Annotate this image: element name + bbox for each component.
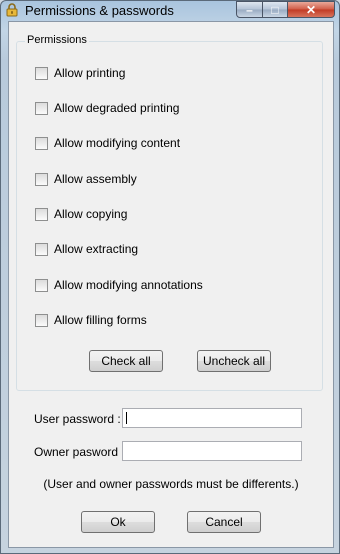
- checkbox-allow-printing[interactable]: Allow printing: [35, 65, 125, 81]
- checkbox-label: Allow assembly: [54, 172, 137, 186]
- checkbox-allow-modifying-content[interactable]: Allow modifying content: [35, 135, 180, 151]
- user-password-input[interactable]: [122, 408, 302, 428]
- checkbox-box[interactable]: [35, 242, 48, 256]
- checkbox-box[interactable]: [35, 101, 48, 115]
- checkbox-label: Allow degraded printing: [54, 101, 180, 115]
- checkbox-label: Allow modifying annotations: [54, 278, 203, 292]
- owner-password-label: Owner pasword :: [34, 445, 125, 459]
- checkbox-allow-modifying-annotations[interactable]: Allow modifying annotations: [35, 277, 203, 293]
- lock-icon: [5, 3, 19, 17]
- minimize-button[interactable]: –: [236, 1, 263, 18]
- checkbox-allow-extracting[interactable]: Allow extracting: [35, 241, 138, 257]
- uncheck-all-button[interactable]: Uncheck all: [197, 350, 271, 372]
- dialog-window: Permissions & passwords – □ ✕ Permission…: [0, 0, 340, 554]
- title-bar[interactable]: Permissions & passwords – □ ✕: [1, 1, 339, 21]
- checkbox-label: Allow printing: [54, 66, 126, 80]
- checkbox-label: Allow copying: [54, 207, 128, 221]
- window-title: Permissions & passwords: [25, 3, 174, 18]
- close-icon: ✕: [305, 2, 317, 17]
- permissions-group-label: Permissions: [25, 34, 89, 46]
- user-password-label: User password :: [34, 412, 121, 426]
- checkbox-allow-filling-forms[interactable]: Allow filling forms: [35, 312, 147, 328]
- checkbox-box[interactable]: [35, 313, 48, 327]
- permissions-group: Permissions Allow printing Allow degrade…: [16, 34, 323, 391]
- checkbox-box[interactable]: [35, 278, 48, 292]
- close-button[interactable]: ✕: [287, 1, 335, 18]
- minimize-icon: –: [246, 2, 253, 17]
- ok-button[interactable]: Ok: [81, 511, 155, 533]
- cancel-button[interactable]: Cancel: [187, 511, 261, 533]
- text-caret: [126, 412, 127, 424]
- checkbox-box[interactable]: [35, 136, 48, 150]
- check-all-button[interactable]: Check all: [89, 350, 163, 372]
- checkbox-allow-copying[interactable]: Allow copying: [35, 206, 127, 222]
- maximize-icon: □: [271, 2, 279, 17]
- checkbox-label: Allow modifying content: [54, 136, 181, 150]
- checkbox-box[interactable]: [35, 66, 48, 80]
- dialog-body: Permissions Allow printing Allow degrade…: [8, 21, 334, 548]
- checkbox-box[interactable]: [35, 207, 48, 221]
- password-note: (User and owner passwords must be differ…: [43, 477, 299, 491]
- checkbox-allow-assembly[interactable]: Allow assembly: [35, 171, 137, 187]
- checkbox-label: Allow filling forms: [54, 313, 147, 327]
- checkbox-allow-degraded-printing[interactable]: Allow degraded printing: [35, 100, 179, 116]
- checkbox-box[interactable]: [35, 172, 48, 186]
- checkbox-label: Allow extracting: [54, 242, 139, 256]
- maximize-button[interactable]: □: [262, 1, 288, 18]
- owner-password-input[interactable]: [122, 441, 302, 461]
